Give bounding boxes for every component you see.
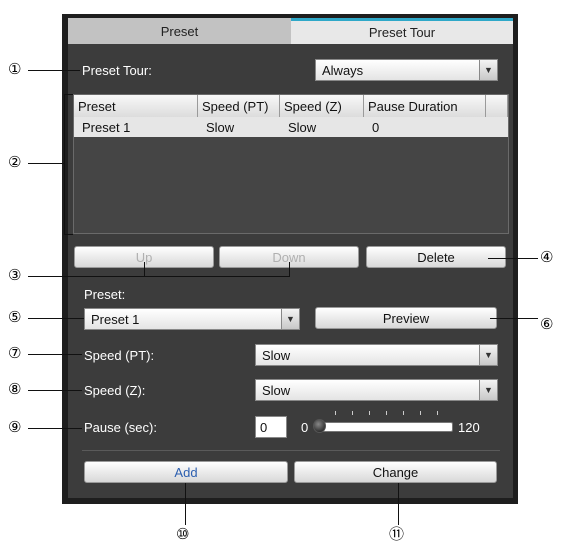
callout-bracket xyxy=(64,94,65,234)
add-button[interactable]: Add xyxy=(84,461,288,483)
callout-line xyxy=(28,70,80,71)
pause-slider-track[interactable] xyxy=(317,422,453,432)
speed-z-select[interactable]: Slow ▼ xyxy=(255,379,498,401)
column-header-preset[interactable]: Preset xyxy=(74,95,198,117)
slider-tick xyxy=(335,411,336,415)
callout-9: ⑨ xyxy=(8,419,22,436)
chevron-down-icon[interactable]: ▼ xyxy=(479,345,497,365)
callout-1: ① xyxy=(8,61,22,78)
divider xyxy=(82,450,500,451)
slider-tick xyxy=(420,411,421,415)
callout-line xyxy=(28,428,82,429)
callout-line xyxy=(488,258,538,259)
speed-pt-label: Speed (PT): xyxy=(84,348,155,363)
callout-8: ⑧ xyxy=(8,381,22,398)
callout-line xyxy=(144,262,145,276)
callout-line xyxy=(490,318,538,319)
pause-max-label: 120 xyxy=(458,420,480,435)
tab-preset[interactable]: Preset xyxy=(68,18,291,44)
column-header-pause-duration[interactable]: Pause Duration xyxy=(364,95,486,117)
preview-button[interactable]: Preview xyxy=(315,307,497,329)
cell-pause: 0 xyxy=(372,119,380,135)
column-header-blank xyxy=(486,95,508,117)
callout-line xyxy=(28,276,290,277)
chevron-down-icon[interactable]: ▼ xyxy=(479,380,497,400)
speed-pt-select[interactable]: Slow ▼ xyxy=(255,344,498,366)
slider-tick xyxy=(386,411,387,415)
pause-input[interactable]: 0 xyxy=(255,416,287,438)
callout-2: ② xyxy=(8,154,22,171)
preset-tour-table: Preset Speed (PT) Speed (Z) Pause Durati… xyxy=(73,94,509,234)
column-header-speed-pt[interactable]: Speed (PT) xyxy=(198,95,280,117)
callout-6: ⑥ xyxy=(540,316,554,333)
slider-tick xyxy=(369,411,370,415)
callout-line xyxy=(398,483,399,525)
slider-tick xyxy=(437,411,438,415)
speed-z-value: Slow xyxy=(262,382,291,398)
preset-tour-select[interactable]: Always ▼ xyxy=(315,59,498,81)
callout-7: ⑦ xyxy=(8,345,22,362)
callout-5: ⑤ xyxy=(8,309,22,326)
preset-tour-value: Always xyxy=(322,62,364,78)
callout-line xyxy=(185,483,186,525)
speed-z-label: Speed (Z): xyxy=(84,383,146,398)
table-row[interactable]: Preset 1 Slow Slow 0 xyxy=(74,117,508,137)
preset-value: Preset 1 xyxy=(91,311,140,327)
callout-bracket xyxy=(64,234,73,235)
callout-line xyxy=(28,163,64,164)
cell-preset: Preset 1 xyxy=(82,119,131,135)
cell-speed-z: Slow xyxy=(288,119,317,135)
callout-11: ⑪ xyxy=(389,526,405,543)
preset-select[interactable]: Preset 1 ▼ xyxy=(84,308,300,330)
preset-label: Preset: xyxy=(84,287,126,302)
pause-min-label: 0 xyxy=(301,420,309,435)
callout-line xyxy=(289,262,290,276)
cell-speed-pt: Slow xyxy=(206,119,235,135)
chevron-down-icon[interactable]: ▼ xyxy=(479,60,497,80)
speed-pt-value: Slow xyxy=(262,347,291,363)
callout-line xyxy=(28,318,84,319)
change-button[interactable]: Change xyxy=(294,461,497,483)
callout-line xyxy=(28,354,82,355)
delete-button[interactable]: Delete xyxy=(366,246,506,268)
slider-tick xyxy=(403,411,404,415)
tab-preset-tour[interactable]: Preset Tour xyxy=(291,18,513,44)
chevron-down-icon[interactable]: ▼ xyxy=(281,309,299,329)
callout-line xyxy=(28,390,82,391)
pause-label: Pause (sec): xyxy=(84,420,157,435)
pause-slider-handle[interactable] xyxy=(313,419,326,433)
callout-10: ⑩ xyxy=(176,526,190,543)
callout-3: ③ xyxy=(8,267,22,284)
callout-4: ④ xyxy=(540,249,554,266)
preset-tour-label: Preset Tour: xyxy=(82,63,152,78)
callout-bracket xyxy=(64,94,73,95)
column-header-speed-z[interactable]: Speed (Z) xyxy=(280,95,364,117)
table-header: Preset Speed (PT) Speed (Z) Pause Durati… xyxy=(74,95,508,117)
slider-tick xyxy=(352,411,353,415)
